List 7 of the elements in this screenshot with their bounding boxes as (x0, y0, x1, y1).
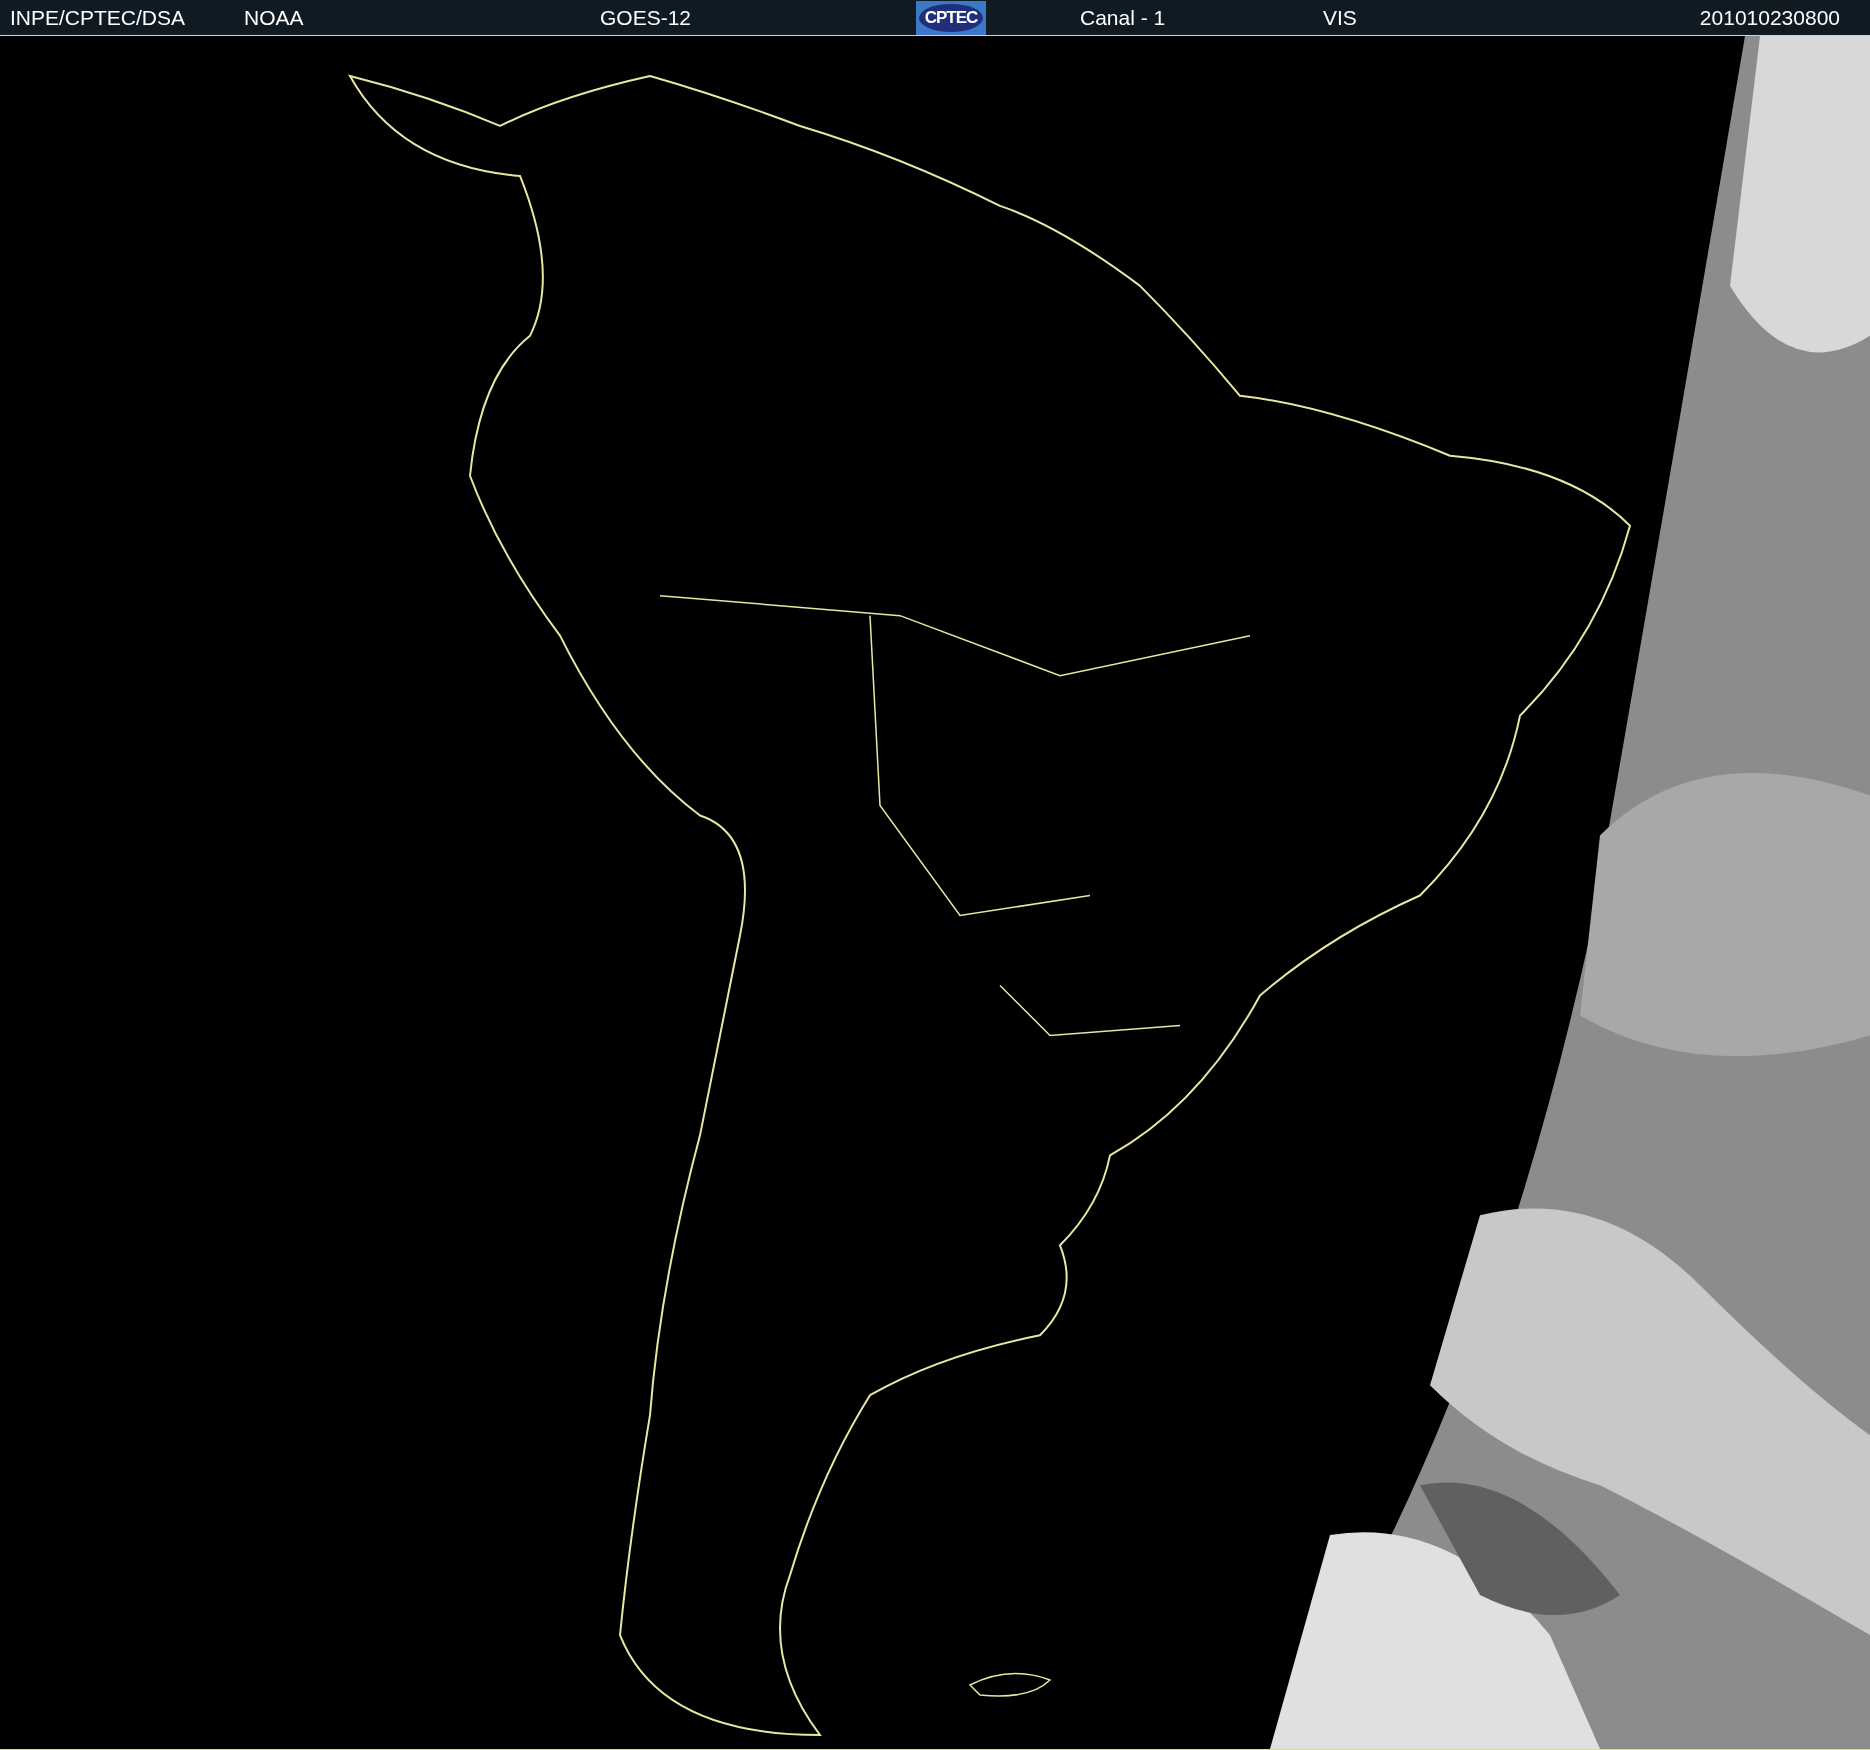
logo: CPTEC (916, 0, 986, 35)
header-label: INPE/CPTEC/DSA (10, 5, 186, 30)
header-label: NOAA (244, 5, 304, 30)
header-label: 201010230800 (1699, 5, 1840, 30)
header-label: GOES-12 (600, 5, 692, 30)
header-label: VIS (1323, 5, 1357, 30)
header-label: Canal - 1 (1080, 5, 1166, 30)
